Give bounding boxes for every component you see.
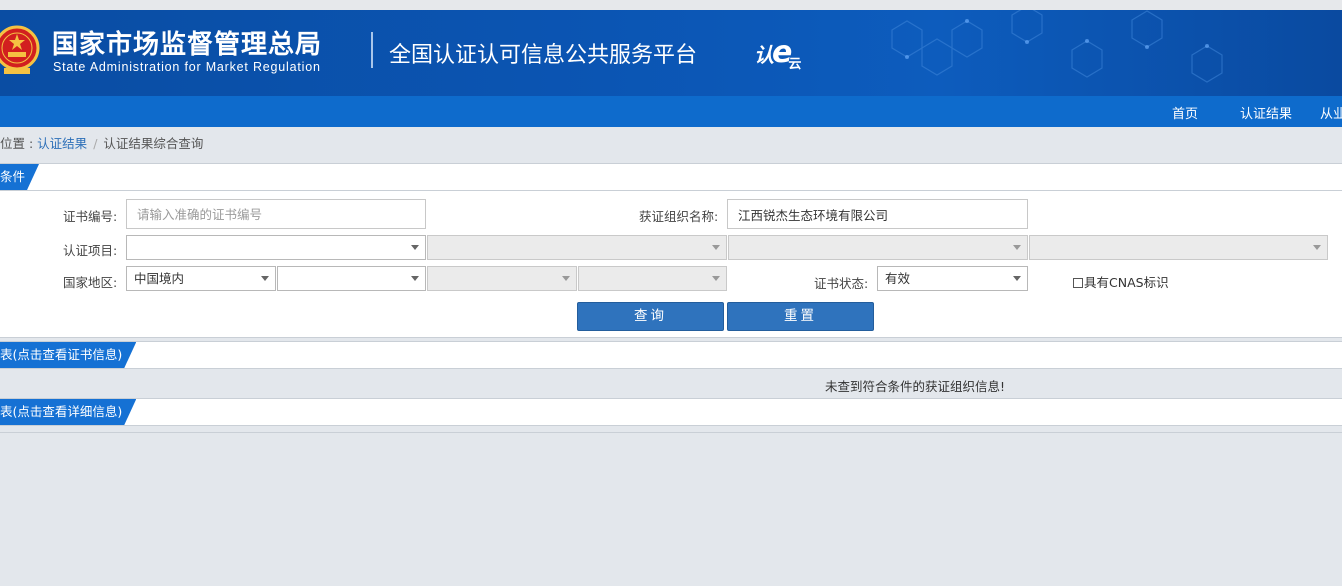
breadcrumb-separator: / (93, 136, 98, 151)
top-strip (0, 0, 1342, 10)
detail-panel-tab: 表(点击查看详细信息) (0, 399, 136, 425)
breadcrumb-current: 认证结果综合查询 (103, 136, 204, 151)
chevron-down-icon (261, 276, 269, 281)
cert-status-value: 有效 (885, 271, 911, 286)
main-navbar: 首页 认证结果 从业 (0, 96, 1342, 127)
empty-result-message: 未查到符合条件的获证组织信息! (825, 379, 1006, 394)
renzheng-yun-logo: 认e云 (754, 35, 802, 72)
chevron-down-icon (1313, 245, 1321, 250)
agency-name-english: State Administration for Market Regulati… (53, 60, 321, 74)
chevron-down-icon (712, 276, 720, 281)
panel-divider (0, 432, 1342, 433)
cert-status-label: 证书状态: (814, 276, 869, 291)
region-select-2[interactable] (277, 266, 426, 291)
search-button[interactable]: 查询 (577, 302, 724, 331)
nav-item-home[interactable]: 首页 (1172, 103, 1198, 122)
header-divider (371, 32, 373, 68)
search-panel-header: 条件 (0, 163, 1342, 191)
nav-item-practitioners[interactable]: 从业 (1320, 103, 1342, 122)
results-panel-tab: 表(点击查看证书信息) (0, 342, 136, 368)
project-select-2[interactable] (427, 235, 727, 260)
org-name-input[interactable] (727, 199, 1028, 229)
chevron-down-icon (411, 245, 419, 250)
org-name-label: 获证组织名称: (639, 209, 719, 224)
national-emblem-icon (0, 25, 40, 74)
breadcrumb-link-cert-results[interactable]: 认证结果 (37, 136, 87, 151)
chevron-down-icon (411, 276, 419, 281)
results-empty-row (0, 369, 1342, 399)
platform-title: 全国认证认可信息公共服务平台 (389, 43, 698, 68)
region-select-1[interactable]: 中国境内 (126, 266, 276, 291)
cnas-checkbox[interactable]: 具有CNAS标识 (1073, 272, 1169, 291)
chevron-down-icon (562, 276, 570, 281)
chevron-down-icon (1013, 276, 1021, 281)
logo-text-c: 云 (788, 57, 802, 72)
cnas-checkbox-box[interactable] (1073, 278, 1083, 288)
breadcrumb-prefix: 位置 : (0, 136, 38, 151)
region-select-3[interactable] (427, 266, 577, 291)
detail-panel-header: 表(点击查看详细信息) (0, 398, 1342, 426)
region-label: 国家地区: (63, 275, 118, 290)
project-label: 认证项目: (63, 243, 118, 258)
project-select-4[interactable] (1029, 235, 1328, 260)
agency-name-chinese: 国家市场监督管理总局 (52, 30, 323, 60)
search-panel-tab: 条件 (0, 164, 39, 190)
chevron-down-icon (712, 245, 720, 250)
chevron-down-icon (1013, 245, 1021, 250)
cert-status-select[interactable]: 有效 (877, 266, 1028, 291)
region-select-4[interactable] (578, 266, 727, 291)
cert-no-label: 证书编号: (63, 209, 118, 224)
cert-no-input[interactable] (126, 199, 426, 229)
cnas-checkbox-label: 具有CNAS标识 (1084, 275, 1169, 290)
nav-item-cert-results[interactable]: 认证结果 (1240, 103, 1292, 122)
header-banner: 国家市场监督管理总局 State Administration for Mark… (0, 10, 1342, 96)
region-select-1-value: 中国境内 (134, 271, 185, 286)
project-select-3[interactable] (728, 235, 1028, 260)
hexagon-pattern-decoration (891, 10, 1223, 83)
reset-button[interactable]: 重置 (727, 302, 874, 331)
results-panel-header: 表(点击查看证书信息) (0, 341, 1342, 369)
logo-text-a: 认 (754, 43, 774, 67)
breadcrumb: 位置 : 认证结果 / 认证结果综合查询 (0, 133, 203, 152)
project-select-1[interactable] (126, 235, 426, 260)
